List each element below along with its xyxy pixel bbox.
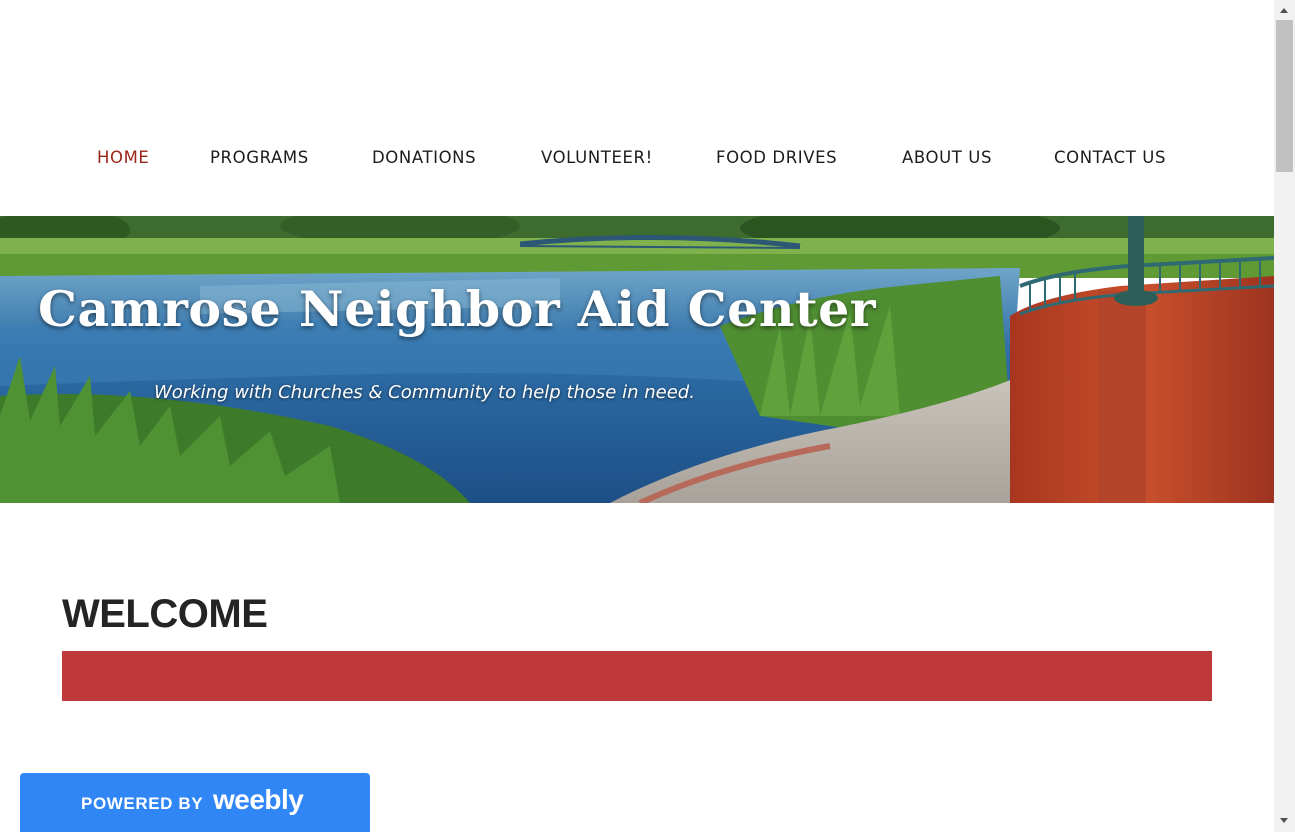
nav-contact-us[interactable]: CONTACT US (1054, 148, 1166, 167)
main-nav: HOME PROGRAMS DONATIONS VOLUNTEER! FOOD … (0, 148, 1274, 172)
nav-home[interactable]: HOME (97, 148, 149, 167)
site-tagline: Working with Churches & Community to hel… (154, 382, 695, 403)
banner-image (0, 216, 1274, 503)
site-header: HOME PROGRAMS DONATIONS VOLUNTEER! FOOD … (0, 0, 1274, 216)
nav-food-drives[interactable]: FOOD DRIVES (716, 148, 837, 167)
park-scenery-image (0, 216, 1274, 503)
nav-about-us[interactable]: ABOUT US (902, 148, 992, 167)
accent-divider-bar (62, 651, 1212, 701)
nav-donations[interactable]: DONATIONS (372, 148, 476, 167)
scroll-up-arrow-icon[interactable] (1280, 8, 1288, 13)
powered-by-label: POWERED BY (81, 794, 204, 813)
welcome-heading: WELCOME (62, 592, 268, 636)
scroll-down-arrow-icon[interactable] (1280, 818, 1288, 823)
nav-programs[interactable]: PROGRAMS (210, 148, 309, 167)
vertical-scrollbar[interactable] (1274, 0, 1295, 832)
site-title: Camrose Neighbor Aid Center (38, 280, 877, 338)
nav-volunteer[interactable]: VOLUNTEER! (541, 148, 653, 167)
weebly-logo: weebly (213, 784, 304, 815)
powered-by-weebly-badge[interactable]: POWERED BY weebly (20, 773, 370, 832)
scrollbar-thumb[interactable] (1276, 20, 1293, 172)
